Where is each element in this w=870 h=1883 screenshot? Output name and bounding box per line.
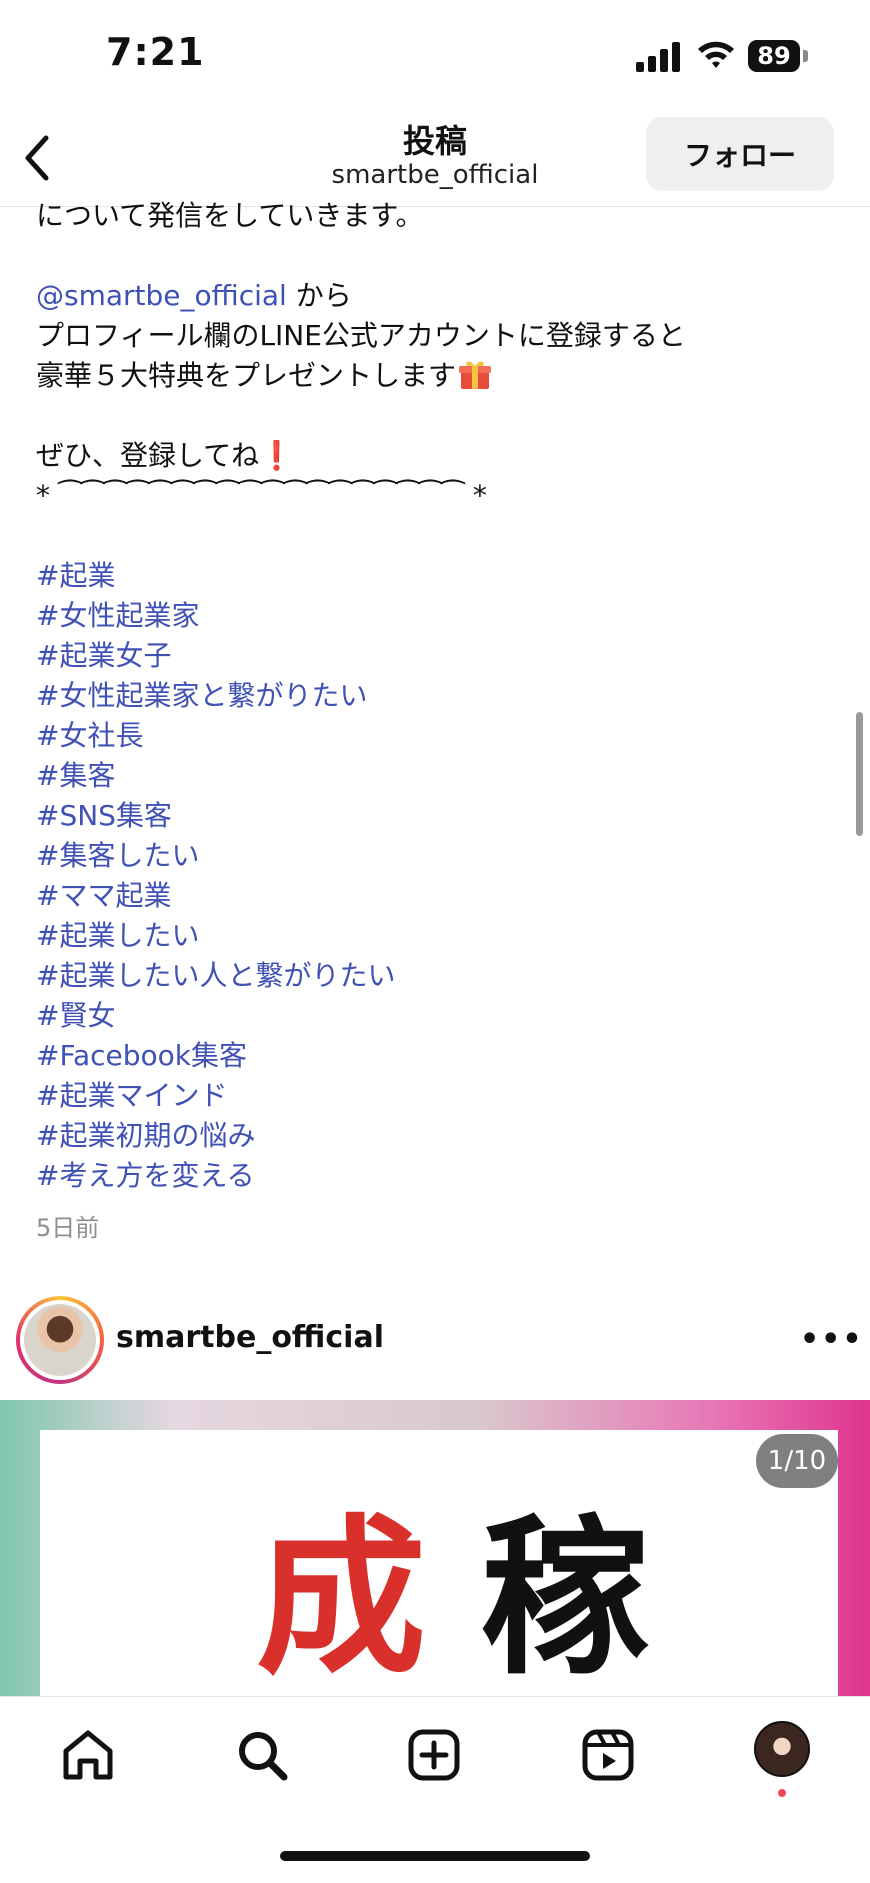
post-timestamp: 5日前 — [36, 1214, 100, 1242]
hashtag-link[interactable]: #賢女 — [36, 996, 836, 1036]
more-options-icon[interactable]: ••• — [800, 1322, 862, 1358]
hashtag-link[interactable]: #女社長 — [36, 716, 836, 756]
hashtag-link[interactable]: #起業 — [36, 556, 836, 596]
cellular-signal-icon — [636, 42, 680, 72]
follow-button[interactable]: フォロー — [646, 117, 834, 191]
hashtag-link[interactable]: #女性起業家と繋がりたい — [36, 676, 836, 716]
post-image[interactable]: 成 稼 — [0, 1400, 870, 1696]
mention-suffix: から — [286, 279, 352, 312]
post-caption: について発信をしていきます。 @smartbe_official から プロフィ… — [36, 196, 836, 1196]
hashtag-link[interactable]: #起業したい人と繋がりたい — [36, 956, 836, 996]
hashtag-link[interactable]: #集客 — [36, 756, 836, 796]
status-bar: 7:21 89 — [0, 0, 870, 110]
hashtag-link[interactable]: #ママ起業 — [36, 876, 836, 916]
hashtag-link[interactable]: #考え方を変える — [36, 1156, 836, 1196]
hashtag-link[interactable]: #女性起業家 — [36, 596, 836, 636]
caption-decoration-line: * ⁀⁀⁀⁀⁀⁀⁀⁀⁀⁀⁀⁀⁀⁀⁀⁀⁀⁀ * — [36, 479, 487, 512]
avatar-border — [20, 1300, 100, 1380]
notification-dot — [778, 1789, 786, 1797]
carousel-counter: 1/10 — [756, 1434, 838, 1488]
hashtag-link[interactable]: #集客したい — [36, 836, 836, 876]
caption-line: について発信をしていきます。 — [36, 199, 424, 232]
post-image-text-black: 稼 — [480, 1500, 651, 1696]
hashtag-link[interactable]: #SNS集客 — [36, 796, 836, 836]
post-header-bar: 投稿 smartbe_official フォロー — [0, 110, 870, 207]
hashtag-link[interactable]: #起業女子 — [36, 636, 836, 676]
scrollbar[interactable] — [856, 712, 863, 836]
create-icon[interactable] — [406, 1727, 462, 1783]
battery-nub — [803, 50, 808, 62]
home-icon[interactable] — [60, 1727, 116, 1783]
home-indicator[interactable] — [280, 1851, 590, 1861]
story-ring-avatar[interactable] — [16, 1296, 104, 1384]
battery-icon: 89 — [748, 40, 808, 72]
caption-line-text: 豪華５大特典をプレゼントします — [36, 359, 457, 392]
caption-gift-line: 豪華５大特典をプレゼントします — [36, 356, 836, 396]
post-username[interactable]: smartbe_official — [116, 1320, 384, 1355]
caption-register-line: ぜひ、登録してね❗ — [36, 436, 836, 476]
hashtag-link[interactable]: #起業マインド — [36, 1076, 836, 1116]
battery-level: 89 — [748, 40, 800, 72]
profile-avatar[interactable] — [754, 1721, 810, 1777]
bottom-tab-bar — [0, 1696, 870, 1883]
post-image-text-red: 成 — [256, 1500, 427, 1696]
search-icon[interactable] — [234, 1727, 290, 1783]
status-time: 7:21 — [106, 30, 205, 74]
mention-link[interactable]: @smartbe_official — [36, 279, 287, 312]
wifi-icon — [698, 41, 734, 68]
caption-mention-line: @smartbe_official から — [36, 276, 836, 316]
hashtag-link[interactable]: #起業したい — [36, 916, 836, 956]
avatar — [24, 1304, 96, 1376]
gift-emoji-icon — [459, 361, 492, 389]
caption-line-text: ぜひ、登録してね — [36, 439, 260, 472]
post-image-card: 成 稼 — [40, 1430, 838, 1696]
exclamation-emoji-icon: ❗ — [259, 439, 295, 472]
reels-icon[interactable] — [580, 1727, 636, 1783]
hashtag-link[interactable]: #Facebook集客 — [36, 1036, 836, 1076]
caption-line: プロフィール欄のLINE公式アカウントに登録すると — [36, 319, 686, 352]
hashtag-link[interactable]: #起業初期の悩み — [36, 1116, 836, 1156]
